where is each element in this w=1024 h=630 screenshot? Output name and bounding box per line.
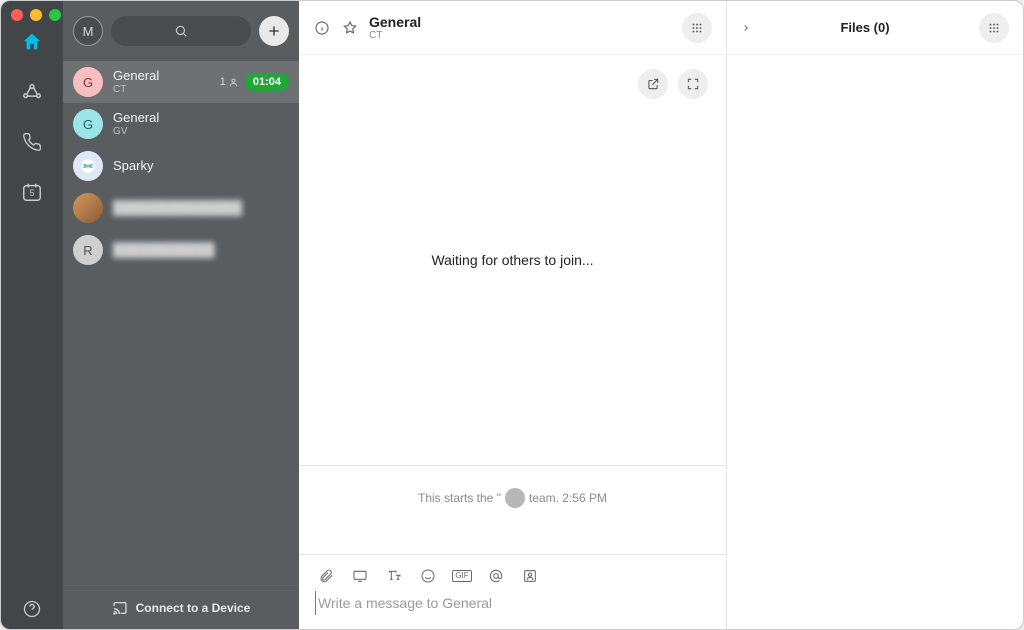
format-text-icon[interactable] (385, 567, 403, 585)
calendar-icon[interactable]: 5 (19, 179, 45, 205)
nav-rail: 5 (1, 1, 63, 629)
conversation-subtitle: CT (113, 84, 210, 95)
calls-icon[interactable] (19, 129, 45, 155)
conversation-header: General CT (299, 1, 726, 55)
activities-button[interactable] (682, 13, 712, 43)
pop-out-button[interactable] (638, 69, 668, 99)
conversation-title: Sparky (113, 159, 289, 173)
message-thread: This starts the " team. 2:56 PM (299, 465, 726, 629)
self-avatar[interactable]: M (73, 16, 103, 46)
add-button[interactable] (259, 16, 289, 46)
conversation-subtitle: GV (113, 126, 289, 137)
conversation-avatar (73, 193, 103, 223)
mention-icon[interactable] (487, 567, 505, 585)
conversation-avatar: R (73, 235, 103, 265)
conversation-avatar: G (73, 109, 103, 139)
files-panel: Files (0) (727, 1, 1023, 629)
help-icon[interactable] (19, 603, 45, 629)
conversation-item-redacted-1[interactable]: ██████████████ (63, 187, 299, 229)
attach-icon[interactable] (317, 567, 335, 585)
sidebar-top: M (63, 1, 299, 61)
conversation-title-block: General CT (369, 14, 421, 41)
participant-count: 1 (220, 76, 239, 88)
conversation-sidebar: M G General CT 1 (63, 1, 299, 629)
connect-device-label: Connect to a Device (136, 601, 251, 615)
meeting-stage: Waiting for others to join... (299, 55, 726, 465)
info-icon[interactable] (313, 19, 331, 37)
search-button[interactable] (111, 16, 251, 46)
app-window: 5 M G General (0, 0, 1024, 630)
conversation-title: ███████████ (113, 243, 289, 257)
conversation-item-sparky[interactable]: Sparky (63, 145, 299, 187)
files-panel-header: Files (0) (727, 1, 1023, 55)
message-input[interactable] (315, 591, 710, 615)
calendar-day-label: 5 (19, 188, 45, 198)
conversation-header-subtitle: CT (369, 30, 421, 41)
home-icon[interactable] (19, 29, 45, 55)
conversation-header-title: General (369, 14, 421, 30)
conversation-avatar (73, 151, 103, 181)
conversation-avatar: G (73, 67, 103, 97)
call-timer-badge: 01:04 (245, 73, 289, 91)
window-close-button[interactable] (11, 9, 23, 21)
conversation-title: ██████████████ (113, 201, 289, 215)
connect-device-button[interactable]: Connect to a Device (63, 585, 299, 629)
conversation-title: General (113, 111, 289, 125)
window-zoom-button[interactable] (49, 9, 61, 21)
cast-icon (112, 600, 128, 616)
personal-room-icon[interactable] (521, 567, 539, 585)
thread-scroll-area[interactable]: This starts the " team. 2:56 PM (299, 466, 726, 554)
main-column: General CT Waiting for others to (299, 1, 727, 629)
self-avatar-initial: M (83, 24, 94, 39)
files-panel-title: Files (0) (761, 20, 969, 35)
waiting-status-text: Waiting for others to join... (431, 252, 593, 268)
files-activities-button[interactable] (979, 13, 1009, 43)
composer-toolbar: GIF (315, 563, 710, 591)
message-composer: GIF (299, 554, 726, 629)
teams-icon[interactable] (19, 79, 45, 105)
thread-start-marker: This starts the " team. 2:56 PM (317, 480, 708, 508)
gif-icon[interactable]: GIF (453, 567, 471, 585)
team-avatar-icon (505, 488, 525, 508)
conversation-item-general-ct[interactable]: G General CT 1 01:04 (63, 61, 299, 103)
fullscreen-button[interactable] (678, 69, 708, 99)
app-body: 5 M G General (1, 1, 1023, 629)
conversation-title: General (113, 69, 210, 83)
favorite-star-icon[interactable] (341, 19, 359, 37)
collapse-panel-button[interactable] (741, 23, 751, 33)
window-minimize-button[interactable] (30, 9, 42, 21)
conversation-item-general-gv[interactable]: G General GV (63, 103, 299, 145)
conversation-item-redacted-2[interactable]: R ███████████ (63, 229, 299, 271)
screen-capture-icon[interactable] (351, 567, 369, 585)
conversation-list: G General CT 1 01:04 G (63, 61, 299, 585)
window-titlebar (1, 1, 61, 29)
emoji-icon[interactable] (419, 567, 437, 585)
